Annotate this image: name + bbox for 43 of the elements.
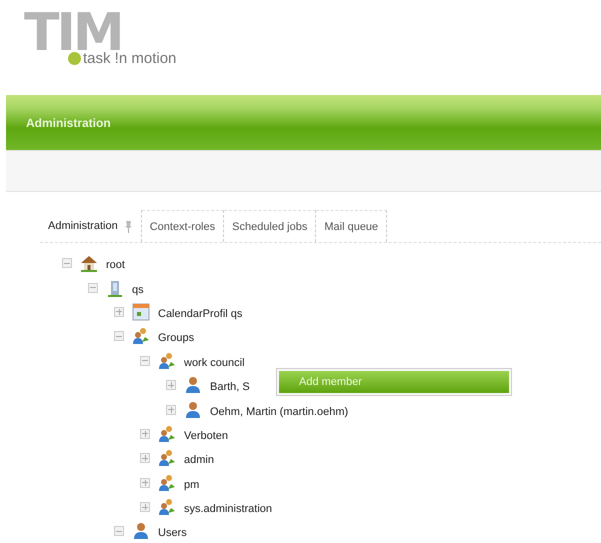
- collapse-toggle[interactable]: [114, 526, 124, 536]
- group-icon: [158, 424, 176, 443]
- tree-item[interactable]: Oehm, Martin (martin.oehm): [210, 402, 348, 418]
- collapse-toggle[interactable]: [62, 258, 72, 268]
- collapse-toggle[interactable]: [140, 356, 150, 366]
- house-icon: [80, 254, 98, 272]
- expand-toggle[interactable]: [166, 380, 176, 390]
- expand-toggle[interactable]: [140, 502, 150, 512]
- group-icon: [132, 327, 150, 346]
- tree-item[interactable]: pm: [184, 474, 200, 491]
- tab[interactable]: Administration: [40, 210, 142, 242]
- tree-item[interactable]: Verboten: [184, 426, 228, 442]
- tab[interactable]: Mail queue: [316, 210, 388, 242]
- tree-item[interactable]: root: [106, 255, 125, 272]
- tree-item[interactable]: Groups: [158, 328, 194, 344]
- group-icon: [158, 498, 176, 516]
- tree-item[interactable]: work council: [184, 352, 245, 369]
- logo-dot-icon: [68, 52, 81, 65]
- header-title: Administration: [26, 116, 111, 130]
- pin-icon: [124, 220, 133, 232]
- tab[interactable]: Context-roles: [142, 210, 224, 242]
- tree-item[interactable]: Barth, S: [210, 377, 250, 394]
- tree-item[interactable]: qs: [132, 280, 144, 296]
- tree-item[interactable]: CalendarProfil qs: [158, 304, 242, 320]
- tree-item[interactable]: Users: [158, 523, 187, 540]
- tree-item[interactable]: admin: [184, 450, 214, 466]
- expand-toggle[interactable]: [114, 306, 124, 317]
- building-icon: [106, 278, 124, 297]
- calendar-icon: [132, 302, 150, 321]
- expand-toggle[interactable]: [140, 478, 150, 488]
- tab[interactable]: Scheduled jobs: [224, 210, 316, 242]
- group-icon: [158, 474, 176, 492]
- expand-toggle[interactable]: [140, 428, 150, 439]
- group-icon: [158, 352, 176, 370]
- user-icon: [132, 522, 150, 540]
- expand-toggle[interactable]: [140, 453, 150, 464]
- tree-item[interactable]: sys.administration: [184, 499, 272, 516]
- expand-toggle[interactable]: [166, 404, 176, 415]
- user-icon: [184, 400, 202, 419]
- collapse-toggle[interactable]: [114, 331, 124, 342]
- user-icon: [184, 376, 202, 394]
- collapse-toggle[interactable]: [88, 282, 98, 293]
- group-icon: [158, 449, 176, 468]
